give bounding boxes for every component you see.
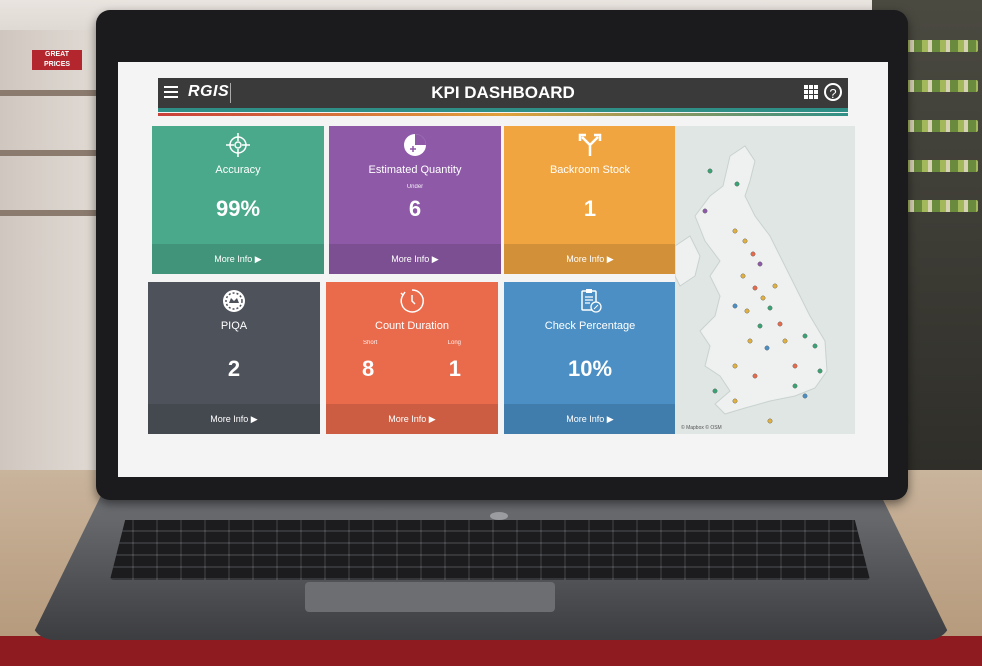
map-pin[interactable] — [740, 273, 746, 279]
map-pin[interactable] — [732, 303, 738, 309]
map-attribution: © Mapbox © OSM — [681, 425, 722, 431]
tile-value: 1 — [583, 196, 597, 221]
shelf — [0, 90, 100, 96]
map-pin[interactable] — [772, 283, 778, 289]
top-bar: RGIS KPI DASHBOARD ? — [158, 78, 848, 116]
map-pin[interactable] — [712, 388, 718, 394]
map-pin[interactable] — [752, 373, 758, 379]
map-pin[interactable] — [742, 238, 748, 244]
map-pin[interactable] — [744, 308, 750, 314]
laptop-screen: RGIS KPI DASHBOARD ? Accuracy 99% More I… — [118, 62, 888, 477]
keyboard-rows — [110, 520, 870, 580]
split-arrow-icon — [504, 132, 676, 158]
tile-count-duration[interactable]: Count Duration Short Long 8 1 More Info … — [326, 282, 498, 434]
map-pin[interactable] — [812, 343, 818, 349]
apps-grid-icon[interactable] — [804, 85, 818, 99]
store-sign: GREAT PRICES — [32, 50, 82, 70]
store-shelves-left — [0, 30, 110, 490]
tile-sublabel-short: Short — [363, 340, 378, 346]
more-info-link[interactable]: More Info ▶ — [152, 244, 324, 274]
map-pin[interactable] — [782, 338, 788, 344]
map-pin[interactable] — [777, 321, 783, 327]
tile-value: 99% — [215, 196, 261, 221]
tile-label: Backroom Stock — [549, 164, 631, 176]
map-pin[interactable] — [802, 333, 808, 339]
tile-value: 2 — [227, 356, 241, 381]
touchpad — [305, 582, 555, 612]
tile-value: 6 — [408, 196, 422, 221]
shelf — [0, 210, 100, 216]
map-pin[interactable] — [802, 393, 808, 399]
tile-backroom-stock[interactable]: Backroom Stock 1 More Info ▶ — [504, 126, 676, 274]
help-icon[interactable]: ? — [824, 83, 842, 101]
tile-label: Count Duration — [375, 320, 449, 332]
shelf — [0, 150, 100, 156]
more-info-link[interactable]: More Info ▶ — [329, 244, 501, 274]
tile-sublabel: Under — [406, 184, 424, 190]
map-pin[interactable] — [752, 285, 758, 291]
map-pin[interactable] — [707, 168, 713, 174]
tile-sublabel-long: Long — [447, 340, 461, 346]
map-pin[interactable] — [750, 251, 756, 257]
clipboard-percent-icon — [504, 288, 676, 314]
uk-map — [675, 145, 828, 424]
map-pin[interactable] — [702, 208, 708, 214]
tile-value-short: 8 — [362, 356, 375, 381]
map-pin[interactable] — [734, 181, 740, 187]
tile-check-percentage[interactable]: Check Percentage 10% More Info ▶ — [504, 282, 676, 434]
page-title: KPI DASHBOARD — [431, 83, 575, 102]
tile-label: Accuracy — [215, 164, 261, 176]
tile-accuracy[interactable]: Accuracy 99% More Info ▶ — [152, 126, 324, 274]
tile-estimated-quantity[interactable]: Estimated Quantity Under 6 More Info ▶ — [329, 126, 501, 274]
map-pin[interactable] — [757, 323, 763, 329]
map-pin[interactable] — [792, 363, 798, 369]
clock-icon — [326, 288, 498, 314]
map-pin[interactable] — [767, 305, 773, 311]
tile-label: Check Percentage — [544, 320, 636, 332]
tile-label: PIQA — [220, 320, 248, 332]
crosshair-icon — [152, 132, 324, 158]
more-info-link[interactable]: More Info ▶ — [326, 404, 498, 434]
map-pin[interactable] — [792, 383, 798, 389]
map-pin[interactable] — [732, 228, 738, 234]
map-pin[interactable] — [757, 261, 763, 267]
map-pin[interactable] — [767, 418, 773, 424]
map-pin[interactable] — [817, 368, 823, 374]
tile-value-long: 1 — [448, 356, 461, 381]
more-info-link[interactable]: More Info ▶ — [504, 404, 676, 434]
map-pin[interactable] — [732, 398, 738, 404]
more-info-link[interactable]: More Info ▶ — [148, 404, 320, 434]
map-pin[interactable] — [760, 295, 766, 301]
tile-label: Estimated Quantity — [368, 164, 462, 176]
tile-value: 10% — [567, 356, 613, 381]
table-edge — [0, 636, 982, 666]
store-location-map[interactable]: © Mapbox © OSM — [675, 126, 855, 434]
tile-piqa[interactable]: PIQA 2 More Info ▶ — [148, 282, 320, 434]
map-pin[interactable] — [732, 363, 738, 369]
pie-icon — [329, 132, 501, 158]
map-pin[interactable] — [747, 338, 753, 344]
more-info-link[interactable]: More Info ▶ — [504, 244, 676, 274]
laptop-logo — [490, 512, 508, 520]
map-pin[interactable] — [764, 345, 770, 351]
badge-icon — [148, 288, 320, 314]
